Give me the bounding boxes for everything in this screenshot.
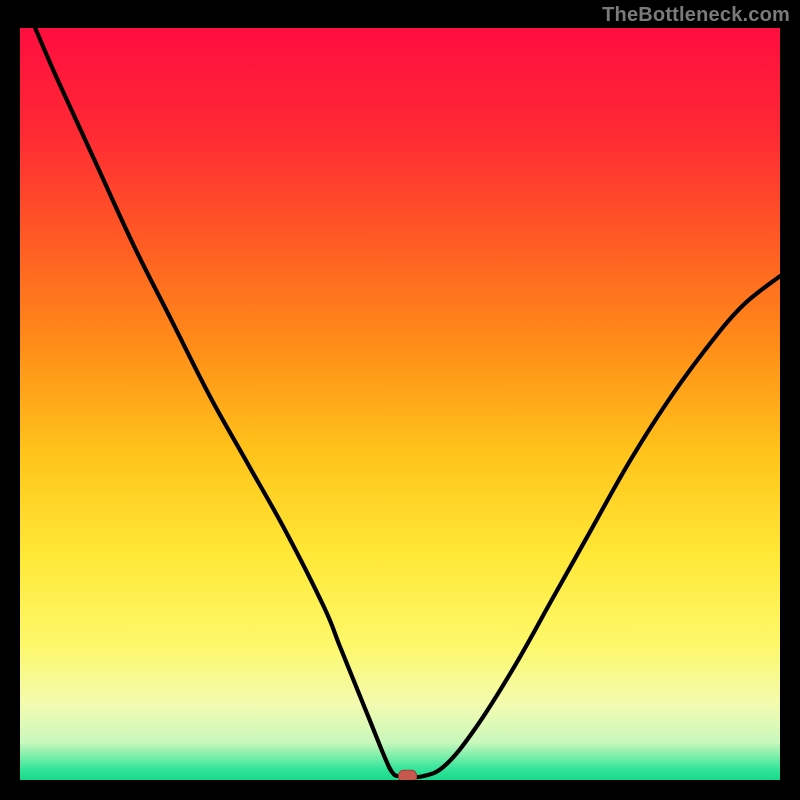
watermark-text: TheBottleneck.com — [602, 4, 790, 27]
plot-area — [20, 28, 780, 780]
chart-frame: TheBottleneck.com — [0, 0, 800, 800]
optimum-marker — [399, 770, 417, 780]
bottleneck-chart — [20, 28, 780, 780]
